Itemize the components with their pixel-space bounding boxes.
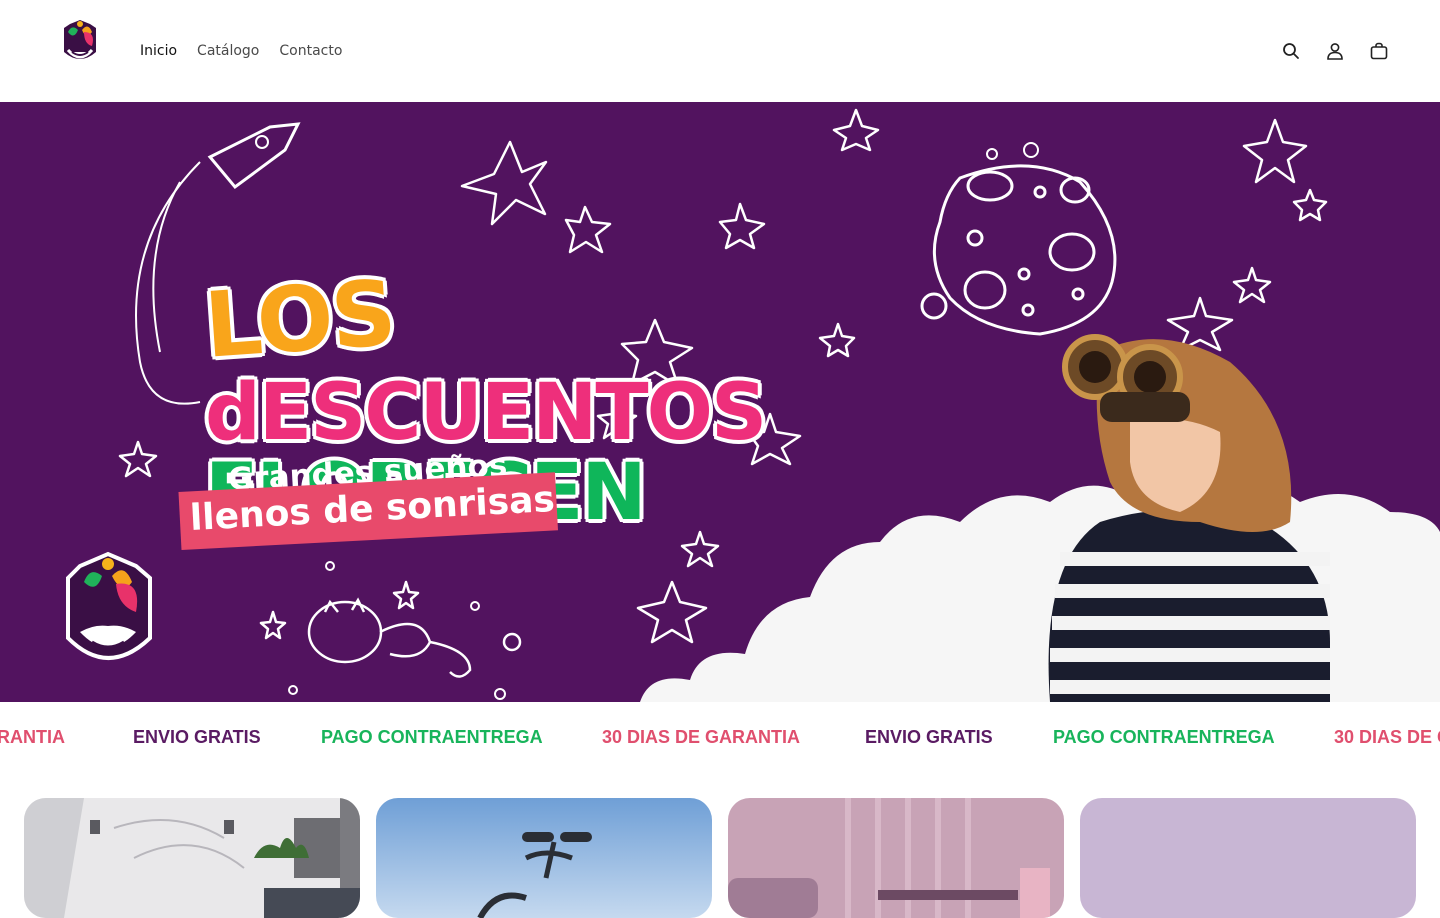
category-card-living-room[interactable]	[24, 798, 360, 918]
benefits-marquee: 30 DIAS DE GARANTIA ENVIO GRATIS PAGO CO…	[0, 702, 1440, 772]
hero-banner[interactable]: LOS dESCUENTOS FLORECEN Grandes sueños l…	[0, 102, 1440, 702]
search-icon[interactable]	[1280, 39, 1302, 63]
cart-icon[interactable]	[1368, 39, 1390, 63]
marquee-item: ENVIO GRATIS	[133, 727, 261, 747]
category-card-bike[interactable]	[376, 798, 712, 918]
headline-line-2: dESCUENTOS	[205, 368, 767, 458]
nav-contacto[interactable]: Contacto	[279, 41, 342, 61]
marquee-item: ENVIO GRATIS	[865, 727, 993, 747]
main-nav: Inicio Catálogo Contacto	[140, 41, 342, 61]
marquee-item: 30 DIAS DE GARANTIA	[602, 727, 801, 747]
account-icon[interactable]	[1324, 39, 1346, 63]
marquee-item: PAGO CONTRAENTREGA	[321, 727, 543, 747]
site-header: Inicio Catálogo Contacto	[0, 0, 1440, 102]
marquee-item: 30 DIAS DE GARANTIA	[0, 727, 66, 747]
category-card-placeholder[interactable]	[1080, 798, 1416, 918]
marquee-item: 30 DIAS DE GARANTIA	[1334, 727, 1440, 747]
header-actions	[1280, 39, 1390, 63]
category-card-kids-room[interactable]	[728, 798, 1064, 918]
brand-logo[interactable]	[58, 18, 102, 68]
nav-catalogo[interactable]: Catálogo	[197, 41, 259, 61]
marquee-item: PAGO CONTRAENTREGA	[1053, 727, 1275, 747]
nav-inicio[interactable]: Inicio	[140, 41, 177, 61]
